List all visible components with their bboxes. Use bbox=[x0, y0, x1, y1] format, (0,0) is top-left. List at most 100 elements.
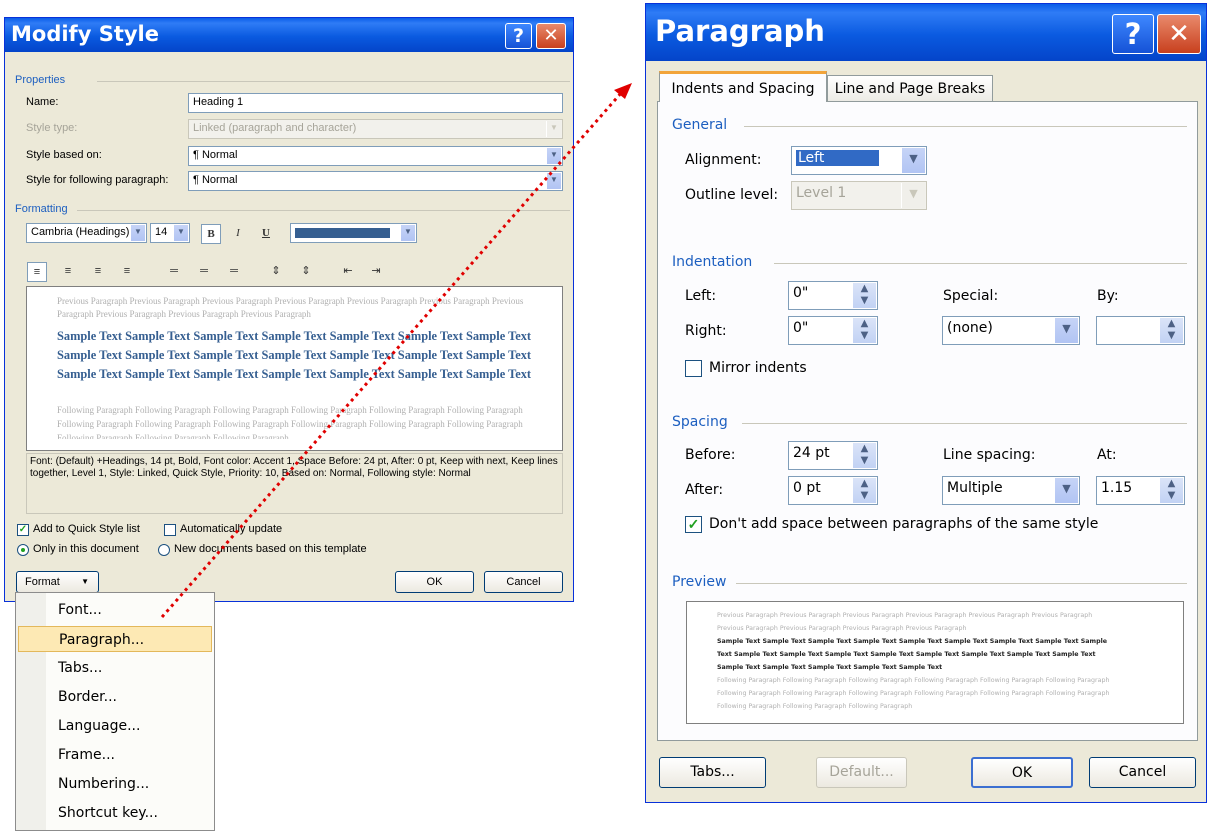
align-left-icon[interactable]: ≡ bbox=[27, 262, 47, 282]
increase-indent-icon[interactable]: ⇥ bbox=[367, 262, 385, 280]
before-input[interactable]: 24 pt ▲ ▼ bbox=[788, 441, 878, 470]
modify-style-titlebar[interactable]: Modify Style ? ✕ bbox=[5, 18, 573, 52]
left-indent-label: Left: bbox=[685, 288, 717, 304]
spinner-icon[interactable]: ▲ ▼ bbox=[852, 318, 876, 343]
help-icon: ? bbox=[512, 25, 525, 47]
close-icon: ✕ bbox=[543, 25, 559, 46]
alignment-label: Alignment: bbox=[685, 152, 762, 168]
following-select[interactable]: ¶ Normal ▼ bbox=[188, 171, 563, 191]
name-input[interactable]: Heading 1 bbox=[188, 93, 563, 113]
chevron-down-icon[interactable]: ▼ bbox=[130, 225, 145, 241]
menu-item-numbering[interactable]: Numbering... bbox=[18, 771, 212, 797]
at-input[interactable]: 1.15 ▲ ▼ bbox=[1096, 476, 1185, 505]
alignment-select[interactable]: Left ▼ bbox=[791, 146, 927, 175]
close-button[interactable]: ✕ bbox=[536, 23, 566, 49]
only-this-doc-radio[interactable] bbox=[17, 544, 29, 556]
spinner-icon[interactable]: ▲ ▼ bbox=[852, 478, 876, 503]
menu-item-frame[interactable]: Frame... bbox=[18, 742, 212, 768]
menu-item-paragraph[interactable]: Paragraph... bbox=[18, 626, 212, 652]
spinner-icon[interactable]: ▲ ▼ bbox=[1159, 478, 1183, 503]
modify-style-title: Modify Style bbox=[11, 22, 159, 46]
paragraph-titlebar[interactable]: Paragraph ? ✕ bbox=[646, 4, 1206, 61]
spinner-icon[interactable]: ▲ ▼ bbox=[1159, 318, 1183, 343]
auto-update-label: Automatically update bbox=[180, 523, 283, 535]
help-button[interactable]: ? bbox=[505, 23, 532, 49]
add-quick-style-label: Add to Quick Style list bbox=[33, 523, 140, 535]
chevron-down-icon[interactable]: ▼ bbox=[1054, 318, 1078, 343]
decrease-indent-icon[interactable]: ⇤ bbox=[339, 262, 357, 280]
spacing-section-heading: Spacing bbox=[672, 414, 1187, 430]
menu-item-shortcut-key[interactable]: Shortcut key... bbox=[18, 800, 212, 826]
following-label: Style for following paragraph: bbox=[26, 174, 169, 186]
modify-cancel-button[interactable]: Cancel bbox=[484, 571, 563, 593]
by-input[interactable]: ▲ ▼ bbox=[1096, 316, 1185, 345]
font-color-select[interactable]: ▼ bbox=[290, 223, 417, 243]
menu-item-font[interactable]: Font... bbox=[18, 597, 212, 623]
outline-level-select: Level 1 ▼ bbox=[791, 181, 927, 210]
chevron-down-icon[interactable]: ▼ bbox=[546, 148, 561, 164]
auto-update-checkbox[interactable] bbox=[164, 524, 176, 536]
chevron-down-icon[interactable]: ▼ bbox=[173, 225, 188, 241]
size-select[interactable]: 14 ▼ bbox=[150, 223, 190, 243]
chevron-down-icon[interactable]: ▼ bbox=[546, 173, 561, 189]
add-quick-style-checkbox[interactable]: ✓ bbox=[17, 524, 29, 536]
dont-add-space-label: Don't add space between paragraphs of th… bbox=[709, 516, 1099, 532]
dropdown-arrow-icon: ▼ bbox=[81, 577, 89, 586]
increase-spacing-icon[interactable]: ⇕ bbox=[267, 262, 285, 280]
special-select[interactable]: (none) ▼ bbox=[942, 316, 1080, 345]
based-on-select[interactable]: ¶ Normal ▼ bbox=[188, 146, 563, 166]
paragraph-preview: Previous Paragraph Previous Paragraph Pr… bbox=[686, 601, 1184, 724]
spinner-icon[interactable]: ▲ ▼ bbox=[852, 443, 876, 468]
modify-style-dialog: Modify Style ? ✕ Properties Name: Headin… bbox=[4, 17, 574, 602]
paragraph-ok-button[interactable]: OK bbox=[971, 757, 1073, 788]
tabs-button[interactable]: Tabs... bbox=[659, 757, 766, 788]
preview-following-text: Following Paragraph Following Paragraph … bbox=[717, 677, 1110, 710]
chevron-down-icon[interactable]: ▼ bbox=[901, 148, 925, 173]
new-docs-radio[interactable] bbox=[158, 544, 170, 556]
italic-button[interactable]: I bbox=[229, 224, 247, 242]
line-spacing-select[interactable]: Multiple ▼ bbox=[942, 476, 1080, 505]
one-half-spacing-icon[interactable]: ═ bbox=[195, 262, 213, 280]
help-button[interactable]: ? bbox=[1112, 14, 1154, 54]
mirror-indents-checkbox[interactable] bbox=[685, 360, 702, 377]
after-input[interactable]: 0 pt ▲ ▼ bbox=[788, 476, 878, 505]
after-label: After: bbox=[685, 482, 724, 498]
font-select[interactable]: Cambria (Headings) ▼ bbox=[26, 223, 147, 243]
tab-line-page-breaks[interactable]: Line and Page Breaks bbox=[827, 75, 993, 102]
close-button[interactable]: ✕ bbox=[1157, 14, 1201, 54]
decrease-spacing-icon[interactable]: ⇕ bbox=[297, 262, 315, 280]
menu-item-language[interactable]: Language... bbox=[18, 713, 212, 739]
align-justify-icon[interactable]: ≡ bbox=[118, 262, 136, 280]
double-spacing-icon[interactable]: ═ bbox=[225, 262, 243, 280]
tab-indents-spacing[interactable]: Indents and Spacing bbox=[659, 71, 827, 102]
bold-button[interactable]: B bbox=[201, 224, 221, 244]
paragraph-cancel-button[interactable]: Cancel bbox=[1089, 757, 1196, 788]
right-indent-input[interactable]: 0" ▲ ▼ bbox=[788, 316, 878, 345]
left-indent-input[interactable]: 0" ▲ ▼ bbox=[788, 281, 878, 310]
style-type-select: Linked (paragraph and character) ▼ bbox=[188, 119, 563, 139]
color-swatch bbox=[295, 228, 390, 238]
chevron-down-icon[interactable]: ▼ bbox=[1054, 478, 1078, 503]
spinner-icon[interactable]: ▲ ▼ bbox=[852, 283, 876, 308]
indentation-section-heading: Indentation bbox=[672, 254, 1187, 270]
modify-style-preview: Previous Paragraph Previous Paragraph Pr… bbox=[26, 286, 563, 451]
tab-panel: General Alignment: Left ▼ Outline level:… bbox=[657, 101, 1198, 741]
chevron-down-icon: ▼ bbox=[901, 183, 925, 208]
properties-section-heading: Properties bbox=[15, 74, 570, 86]
dont-add-space-checkbox[interactable]: ✓ bbox=[685, 516, 702, 533]
chevron-down-icon[interactable]: ▼ bbox=[400, 225, 415, 241]
align-center-icon[interactable]: ≡ bbox=[59, 262, 77, 280]
align-right-icon[interactable]: ≡ bbox=[89, 262, 107, 280]
format-button[interactable]: Format ▼ bbox=[16, 571, 99, 593]
underline-button[interactable]: U bbox=[257, 224, 275, 242]
help-icon: ? bbox=[1124, 17, 1142, 51]
menu-item-tabs[interactable]: Tabs... bbox=[18, 655, 212, 681]
preview-sample-text: Sample Text Sample Text Sample Text Samp… bbox=[57, 329, 532, 381]
menu-item-border[interactable]: Border... bbox=[18, 684, 212, 710]
single-spacing-icon[interactable]: ═ bbox=[165, 262, 183, 280]
outline-level-label: Outline level: bbox=[685, 187, 779, 203]
new-docs-label: New documents based on this template bbox=[174, 543, 367, 555]
chevron-down-icon: ▼ bbox=[546, 121, 561, 137]
preview-previous-text: Previous Paragraph Previous Paragraph Pr… bbox=[717, 612, 1093, 632]
modify-ok-button[interactable]: OK bbox=[395, 571, 474, 593]
